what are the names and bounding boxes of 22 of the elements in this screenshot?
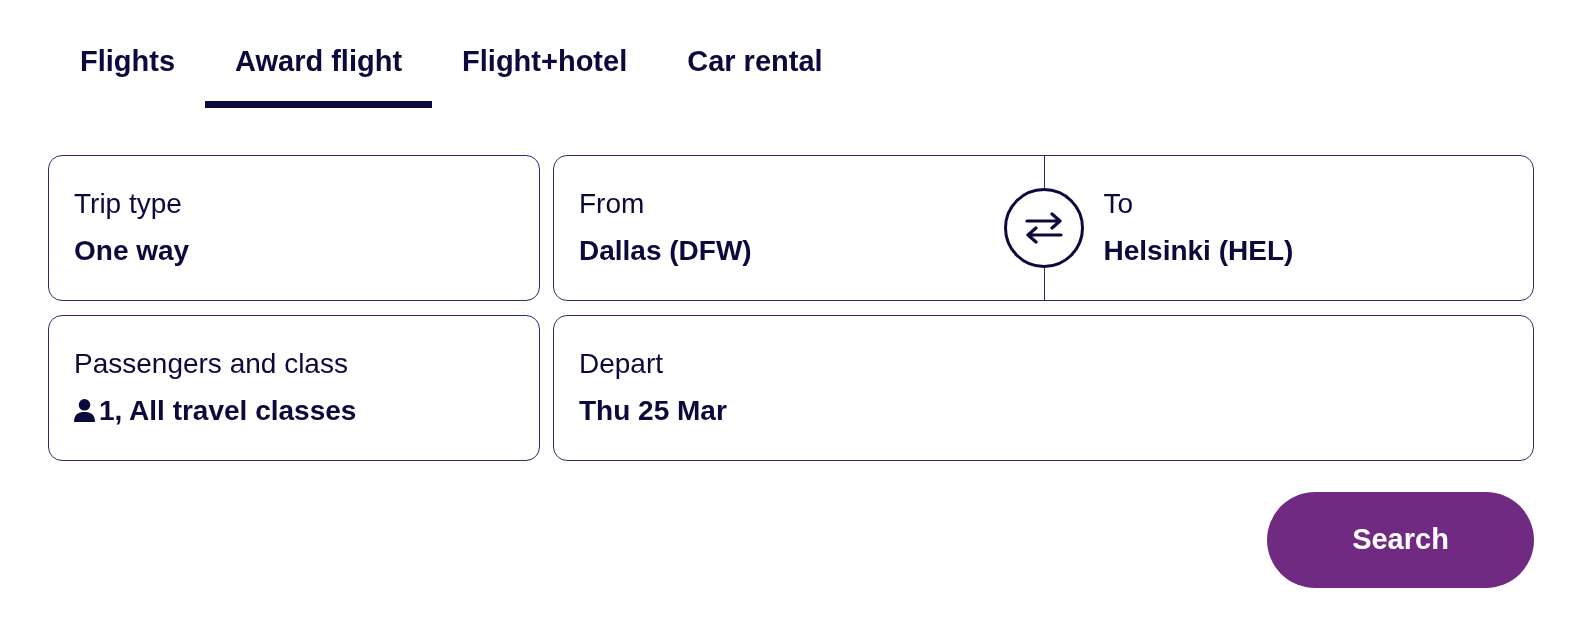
- field-value: Thu 25 Mar: [579, 394, 727, 428]
- tab[interactable]: Car rental: [657, 0, 853, 108]
- swap-arrows-icon: [1024, 212, 1063, 244]
- field-label: To: [1103, 187, 1134, 221]
- field-label: Passengers and class: [74, 347, 348, 381]
- field-value: One way: [74, 234, 190, 268]
- field-label: Depart: [579, 347, 664, 381]
- person-icon: [74, 399, 95, 422]
- field-value: Helsinki (HEL): [1103, 234, 1294, 268]
- destination-field[interactable]: To Helsinki (HEL): [1086, 156, 1533, 300]
- tab[interactable]: Flight+hotel: [432, 0, 658, 108]
- tab[interactable]: Award flight: [205, 0, 433, 108]
- tab[interactable]: Flights: [50, 0, 206, 108]
- passengers-field[interactable]: Passengers and class 1, All travel classes: [48, 315, 540, 461]
- field-value: Dallas (DFW): [579, 234, 752, 268]
- search-button[interactable]: Search: [1267, 492, 1534, 588]
- date-field[interactable]: Depart Thu 25 Mar: [553, 315, 1534, 461]
- field-value: 1, All travel classes: [99, 394, 357, 428]
- field-label: From: [579, 187, 645, 221]
- field-label: Trip type: [74, 187, 182, 221]
- trip-type-field[interactable]: Trip type One way: [48, 155, 540, 301]
- origin-field[interactable]: From Dallas (DFW): [554, 156, 1002, 300]
